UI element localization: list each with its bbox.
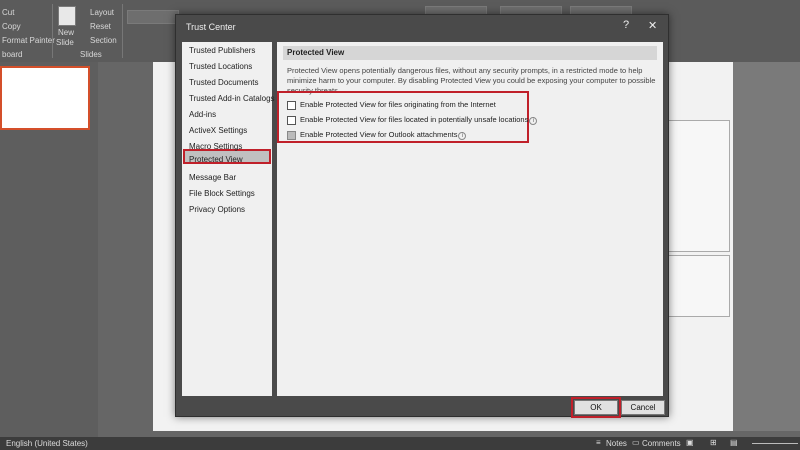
format-painter-button[interactable]: Format Painter (2, 36, 55, 45)
option-internet[interactable]: Enable Protected View for files originat… (287, 100, 496, 110)
language-status[interactable]: English (United States) (6, 439, 88, 448)
nav-trusted-locations[interactable]: Trusted Locations (185, 61, 256, 72)
nav-add-ins[interactable]: Add-ins (185, 109, 220, 120)
section-header: Protected View (283, 46, 657, 60)
layout-button[interactable]: Layout (90, 8, 114, 17)
new-slide-label[interactable]: New (58, 28, 74, 37)
reading-view-icon[interactable]: ▤ (730, 438, 738, 447)
help-icon[interactable]: ? (623, 19, 629, 31)
new-slide-label-2[interactable]: Slide (56, 38, 74, 47)
nav-macro-settings[interactable]: Macro Settings (185, 141, 246, 152)
zoom-slider[interactable] (752, 443, 798, 444)
new-slide-icon[interactable] (58, 6, 76, 26)
dialog-title: Trust Center (186, 22, 236, 32)
close-icon[interactable]: ✕ (648, 19, 657, 32)
clipboard-group-label: board (2, 50, 23, 59)
trust-center-dialog: Trust Center ? ✕ Trusted Publishers Trus… (175, 14, 669, 418)
nav-protected-view[interactable]: Protected View (185, 154, 247, 165)
notes-icon: ≡ (596, 438, 601, 447)
copy-button[interactable]: Copy (2, 22, 21, 31)
reset-button[interactable]: Reset (90, 22, 111, 31)
section-button[interactable]: Section (90, 36, 117, 45)
outlook-checkbox[interactable] (287, 130, 296, 140)
nav-file-block-settings[interactable]: File Block Settings (185, 188, 259, 199)
ribbon-divider (52, 4, 53, 58)
info-icon: i (529, 117, 538, 125)
font-select[interactable] (127, 10, 179, 24)
nav-activex-settings[interactable]: ActiveX Settings (185, 125, 251, 136)
option-internet-label: Enable Protected View for files originat… (300, 100, 496, 109)
cancel-button[interactable]: Cancel (621, 400, 665, 415)
option-unsafe-locations[interactable]: Enable Protected View for files located … (287, 115, 538, 125)
nav-trusted-publishers[interactable]: Trusted Publishers (185, 45, 259, 56)
option-outlook[interactable]: Enable Protected View for Outlook attach… (287, 130, 467, 140)
option-outlook-label: Enable Protected View for Outlook attach… (300, 130, 458, 139)
ok-button[interactable]: OK (574, 400, 618, 415)
notes-button[interactable]: Notes (606, 439, 627, 448)
internet-checkbox[interactable] (287, 100, 296, 110)
cut-button[interactable]: Cut (2, 8, 14, 17)
normal-view-icon[interactable]: ▣ (686, 438, 694, 447)
option-unsafe-locations-label: Enable Protected View for files located … (300, 115, 529, 124)
nav-trusted-documents[interactable]: Trusted Documents (185, 77, 263, 88)
nav-privacy-options[interactable]: Privacy Options (185, 204, 249, 215)
status-bar: English (United States) ≡ Notes ▭ Commen… (0, 437, 800, 450)
slides-group-label: Slides (80, 50, 102, 59)
nav-trusted-add-in-catalogs[interactable]: Trusted Add-in Catalogs (185, 93, 279, 104)
info-icon: i (458, 132, 467, 140)
slide-thumbnail[interactable] (0, 66, 90, 130)
comments-icon: ▭ (632, 438, 640, 447)
protected-view-panel: Protected View Protected View opens pote… (277, 42, 663, 396)
unsafe-locations-checkbox[interactable] (287, 115, 296, 125)
ribbon-divider-2 (122, 4, 123, 58)
trust-center-nav: Trusted Publishers Trusted Locations Tru… (182, 42, 275, 396)
nav-message-bar[interactable]: Message Bar (185, 172, 240, 183)
slide-sorter-icon[interactable]: ⊞ (710, 438, 717, 447)
comments-button[interactable]: Comments (642, 439, 681, 448)
